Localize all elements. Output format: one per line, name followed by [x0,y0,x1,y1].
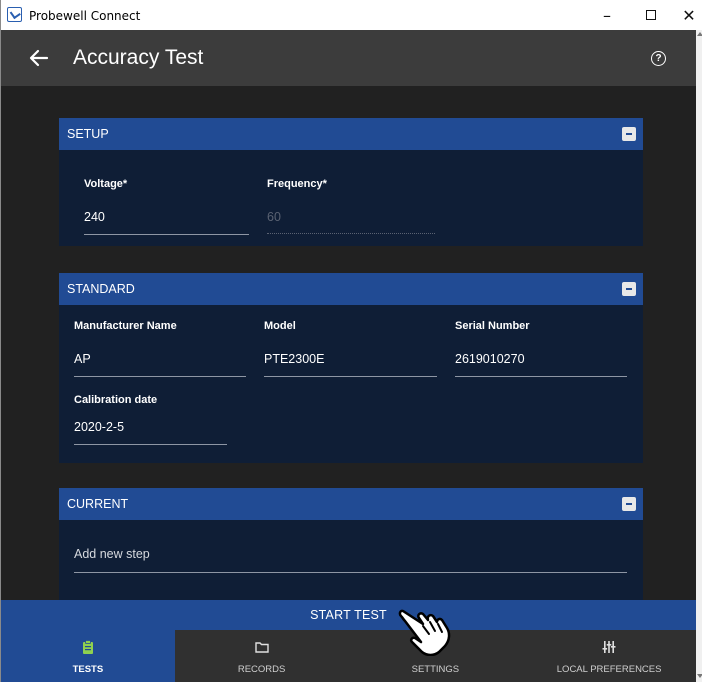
minus-icon [626,288,632,290]
minus-icon [626,133,632,135]
hand-pointer-cursor-icon [398,609,451,656]
nav-tab-records[interactable]: RECORDS [175,630,349,682]
sliders-icon [602,641,616,653]
test-form-scroll-area[interactable]: SETUP Voltage* 240 Frequency* 60 STANDAR… [1,86,696,600]
serial-number-input[interactable]: 2619010270 [455,352,525,366]
current-collapse-button[interactable] [622,497,636,511]
frequency-underline [267,233,435,234]
setup-card-title: SETUP [67,127,109,141]
setup-card-header[interactable]: SETUP [59,118,643,150]
standard-card-title: STANDARD [67,282,135,296]
serial-number-underline [455,376,627,377]
window-title: Probewell Connect [29,9,141,23]
current-card: CURRENT Add new step [59,488,643,600]
model-input[interactable]: PTE2300E [264,352,324,366]
nav-label-local-preferences: LOCAL PREFERENCES [556,664,662,675]
nav-label-tests: TESTS [72,664,104,675]
calibration-date-label: Calibration date [74,394,158,406]
setup-collapse-button[interactable] [622,127,636,141]
frequency-label: Frequency* [267,178,327,190]
model-underline [264,376,437,377]
manufacturer-underline [74,376,246,377]
folder-icon [254,642,269,653]
start-test-button[interactable]: START TEST [1,600,696,630]
maximize-icon [646,10,656,20]
help-icon[interactable]: ? [651,51,666,66]
add-new-step-input[interactable]: Add new step [74,547,150,561]
scroll-up-arrow-icon[interactable] [697,32,702,36]
app-bar: Accuracy Test ? [1,30,696,86]
vertical-scrollbar[interactable] [696,30,702,682]
current-card-title: CURRENT [67,497,129,511]
voltage-label: Voltage* [84,178,128,190]
page-title: Accuracy Test [73,46,204,69]
model-label: Model [264,320,296,332]
nav-tab-tests[interactable]: TESTS [1,630,175,682]
serial-number-label: Serial Number [455,320,530,332]
frequency-input: 60 [267,210,281,224]
manufacturer-label: Manufacturer Name [74,320,177,332]
standard-card-header[interactable]: STANDARD [59,273,643,305]
nav-label-records: RECORDS [237,664,286,675]
standard-collapse-button[interactable] [622,282,636,296]
current-card-header[interactable]: CURRENT [59,488,643,520]
minus-icon [626,503,632,505]
scroll-down-arrow-icon[interactable] [697,674,702,678]
title-bar: Probewell Connect – ✕ [1,0,702,30]
manufacturer-input[interactable]: AP [74,352,91,366]
standard-card: STANDARD Manufacturer Name AP Model PTE2… [59,273,643,463]
app-window: Probewell Connect – ✕ Accuracy Test ? SE… [0,0,702,682]
add-new-step-underline [74,572,627,573]
calibration-date-input[interactable]: 2020-2-5 [74,420,124,434]
nav-tab-local-preferences[interactable]: LOCAL PREFERENCES [522,630,696,682]
close-button[interactable]: ✕ [667,0,702,30]
bottom-navigation: TESTS RECORDS SETTINGS LOCAL PREFERENCES [1,630,696,682]
clipboard-icon [82,640,93,654]
calibration-date-underline [74,444,227,445]
app-logo-icon [7,7,22,22]
minimize-button[interactable]: – [585,0,629,30]
voltage-underline [84,234,249,235]
nav-label-settings: SETTINGS [411,664,460,675]
voltage-input[interactable]: 240 [84,210,105,224]
setup-card: SETUP Voltage* 240 Frequency* 60 [59,118,643,246]
back-arrow-icon[interactable] [27,46,51,70]
